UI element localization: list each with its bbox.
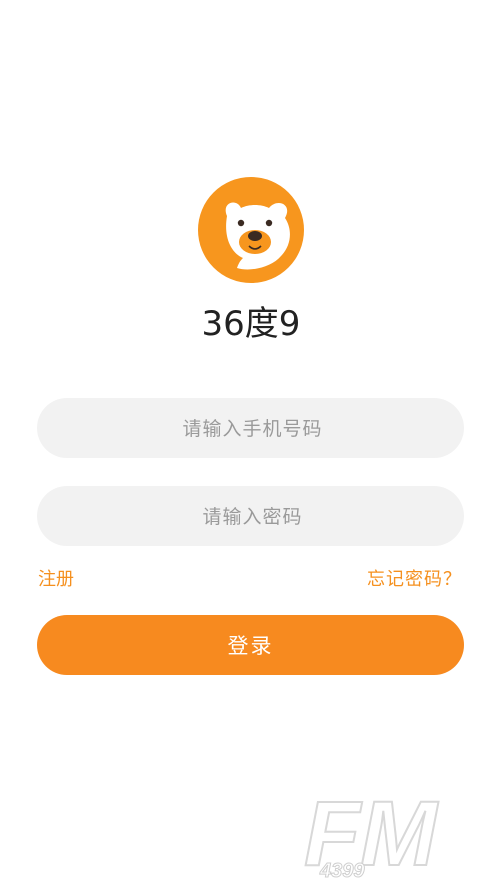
watermark-number: 4399 [319, 860, 365, 882]
phone-input[interactable] [37, 398, 468, 460]
register-link[interactable]: 注册 [38, 565, 74, 591]
login-button[interactable]: 登录 [37, 615, 464, 675]
password-input[interactable] [37, 486, 468, 548]
phone-field[interactable] [37, 398, 468, 460]
app-name: 36度9 [201, 304, 301, 344]
bear-logo-icon [198, 177, 304, 283]
password-field[interactable] [37, 486, 468, 548]
forgot-password-link[interactable]: 忘记密码？ [367, 565, 462, 591]
fm4399-watermark-icon: FM 4399 [303, 785, 440, 885]
